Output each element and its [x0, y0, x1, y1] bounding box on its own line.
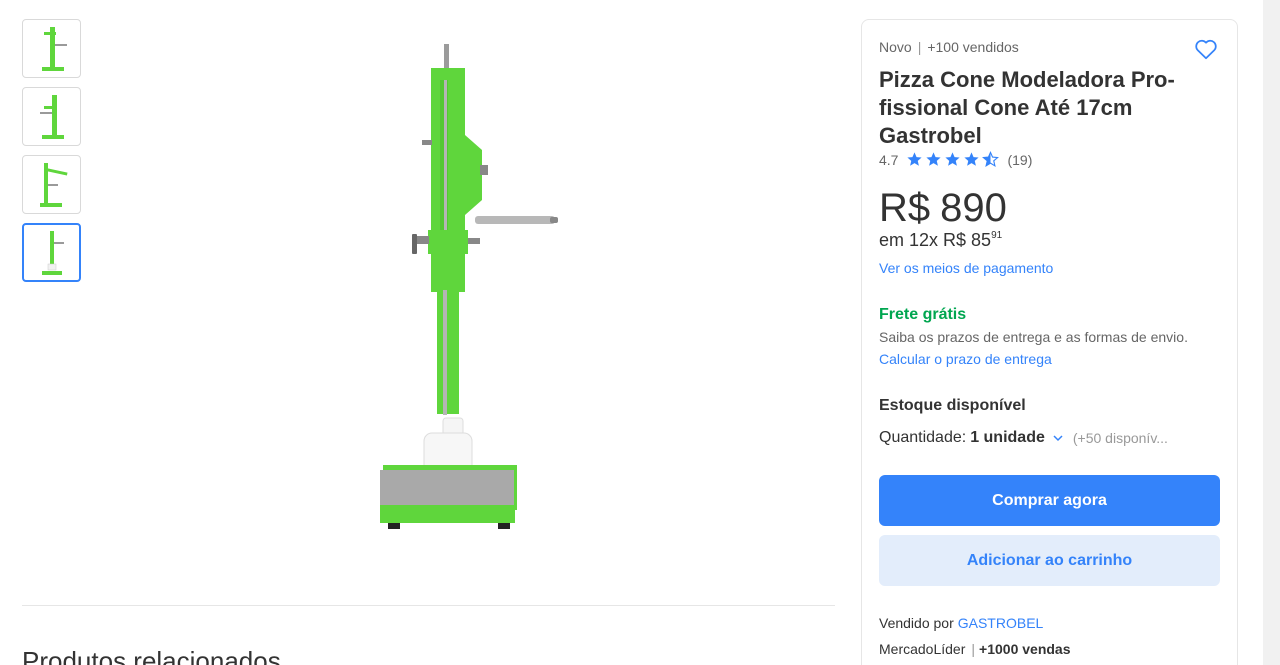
installments-cents: 91: [991, 230, 1003, 241]
product-subtitle: Novo | +100 vendidos: [879, 39, 1019, 55]
available-count: (+50 disponív...: [1072, 430, 1168, 446]
seller-info: Vendido por GASTROBEL: [879, 615, 1043, 631]
quantity-selector[interactable]: Quantidade: 1 unidade (+50 disponív...: [879, 429, 1168, 447]
seller-sales: +1000 vendas: [979, 641, 1071, 657]
thumbnail-1[interactable]: [22, 19, 81, 78]
thumbnail-gallery: [22, 19, 81, 291]
installments-amount: em 12x R$ 85: [879, 230, 992, 250]
product-thumbnail-image: [39, 94, 64, 139]
star-half-icon: [982, 151, 1000, 167]
quantity-value: 1 unidade: [970, 429, 1045, 446]
star-icon: [945, 152, 961, 166]
product-thumbnail-image: [41, 26, 67, 71]
seller-name-link[interactable]: GASTROBEL: [958, 615, 1044, 631]
price-amount: 890: [940, 186, 1007, 230]
section-divider: [22, 605, 835, 606]
price-currency: R$: [879, 186, 931, 230]
star-icon: [926, 152, 942, 166]
star-icon: [964, 152, 980, 166]
review-count: (19): [1007, 151, 1033, 168]
condition-label: Novo: [879, 39, 912, 55]
buy-now-button[interactable]: Comprar agora: [879, 475, 1220, 526]
product-title: Pizza Cone Modeladora Pro­fissional Cone…: [879, 67, 1175, 148]
seller-reputation: MercadoLíder | +1000 vendas: [879, 641, 1071, 657]
star-icon: [907, 152, 923, 166]
heart-icon[interactable]: [1193, 36, 1219, 62]
product-main-image[interactable]: [340, 40, 580, 535]
rating-value: 4.7: [879, 151, 899, 168]
rating[interactable]: 4.7 (19): [879, 151, 1032, 168]
quantity-label: Quantidade:: [879, 429, 967, 446]
chevron-down-icon[interactable]: [1051, 431, 1065, 445]
price: R$ 890: [879, 186, 1007, 231]
shipping-info: Saiba os prazos de entrega e as formas d…: [879, 329, 1188, 345]
free-shipping-label: Frete grátis: [879, 306, 967, 323]
separator: |: [917, 39, 922, 55]
sold-count: +100 vendidos: [927, 39, 1019, 55]
thumbnail-3[interactable]: [22, 155, 81, 214]
product-thumbnail-image: [41, 230, 64, 275]
installments: em 12x R$ 8591: [879, 230, 1002, 251]
add-to-cart-button[interactable]: Adicionar ao carrinho: [879, 535, 1220, 586]
page-scrollbar[interactable]: [1263, 0, 1280, 665]
separator: |: [971, 641, 976, 657]
seller-badge: MercadoLíder: [879, 641, 966, 657]
product-thumbnail-image: [39, 162, 68, 207]
calculate-delivery-link[interactable]: Calcular o prazo de entrega: [879, 351, 1052, 367]
buy-box: Novo | +100 vendidos Pizza Cone Modeladora…: [861, 19, 1238, 665]
related-products-title: Produtos relacionados: [22, 646, 281, 665]
sold-by-label: Vendido por: [879, 615, 954, 631]
stock-status: Estoque disponível: [879, 397, 1026, 414]
payment-methods-link[interactable]: Ver os meios de pagamento: [879, 260, 1053, 276]
rating-stars: [906, 151, 1001, 168]
thumbnail-2[interactable]: [22, 87, 81, 146]
thumbnail-4[interactable]: [22, 223, 81, 282]
